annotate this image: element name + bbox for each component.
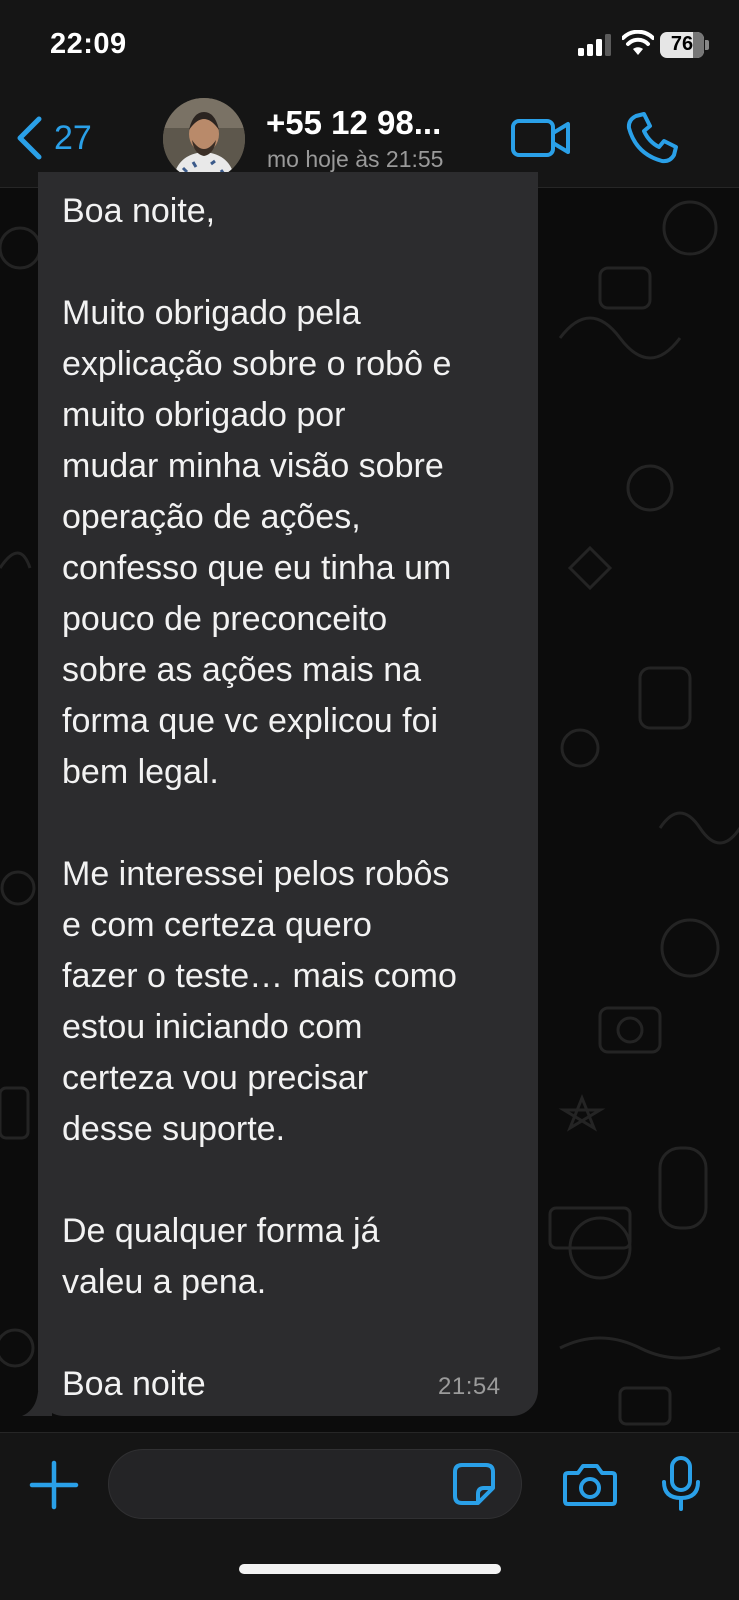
battery-icon: 76 [660, 32, 709, 58]
camera-icon[interactable] [562, 1461, 618, 1509]
contact-avatar[interactable] [163, 98, 245, 180]
bubble-tail [22, 1392, 52, 1416]
microphone-icon[interactable] [659, 1455, 703, 1513]
contact-last-seen: mo hoje às 21:55 [267, 146, 444, 172]
message-timestamp: 21:54 [438, 1373, 501, 1400]
message-input-bar [0, 1432, 739, 1600]
plus-icon[interactable] [28, 1459, 80, 1511]
phone-icon[interactable] [624, 110, 680, 166]
wifi-icon [622, 30, 654, 55]
whatsapp-chat-screen: 22:09 76 27 +55 12 98... mo hoje às 21:5… [0, 0, 739, 1600]
back-button[interactable]: 27 [14, 110, 124, 166]
contact-name[interactable]: +55 12 98... [266, 104, 441, 142]
battery-level: 76 [670, 33, 694, 55]
chevron-left-icon [17, 116, 42, 160]
message-text: Boa noite, Muito obrigado pela explicaçã… [62, 192, 457, 1403]
home-indicator[interactable] [239, 1564, 501, 1574]
signal-icon [578, 34, 611, 56]
video-camera-icon[interactable] [510, 114, 572, 162]
status-bar: 22:09 76 [0, 0, 739, 90]
unread-count: 27 [54, 118, 92, 157]
sticker-icon[interactable] [452, 1462, 496, 1506]
status-time: 22:09 [50, 28, 127, 60]
